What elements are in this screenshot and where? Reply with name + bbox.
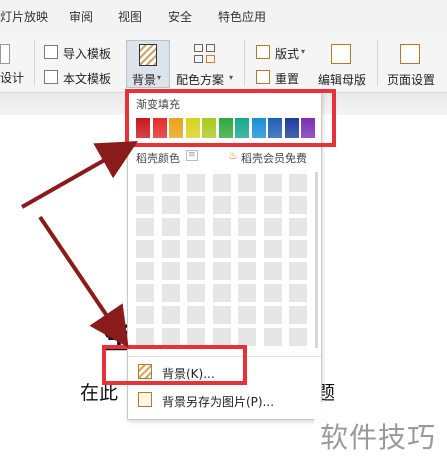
arrow-to-gradient [21, 141, 138, 209]
arrow-to-background [38, 215, 129, 348]
annotation-arrows [21, 141, 138, 348]
watermark-text: 软件技巧 [320, 421, 437, 454]
watermark: 软件技巧 [314, 402, 447, 462]
